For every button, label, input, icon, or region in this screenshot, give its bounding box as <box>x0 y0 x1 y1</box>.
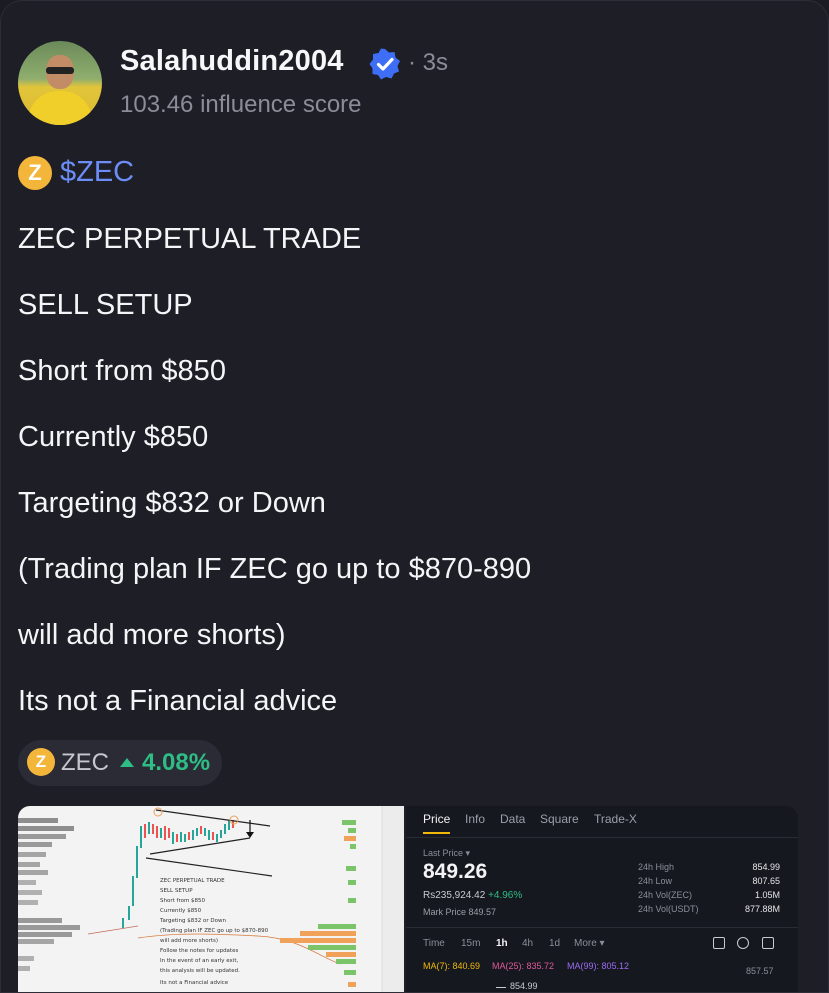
stat-label: 24h Vol(ZEC) <box>638 890 693 900</box>
chart-note: (Trading plan IF ZEC go up to $870-890 <box>160 928 269 934</box>
up-arrow-icon <box>120 758 134 767</box>
last-price: 849.26 <box>423 860 488 883</box>
mark-price: Mark Price 849.57 <box>423 907 497 917</box>
post-line-2: SELL SETUP <box>18 289 193 321</box>
timeframe-time: Time <box>423 938 445 949</box>
axis-price: 857.57 <box>746 966 774 976</box>
post-line-4: Currently $850 <box>18 421 209 453</box>
avatar[interactable] <box>18 41 102 125</box>
timeframe-1d: 1d <box>549 938 561 949</box>
zec-coin-icon: Z <box>18 156 52 190</box>
fiat-and-change: Rs235,924.42 +4.96% <box>423 890 522 901</box>
fiat-value: Rs235,924.42 <box>423 890 486 901</box>
ticker-symbol: ZEC <box>61 749 109 776</box>
stat-label: 24h High <box>638 862 675 872</box>
stat-label: 24h Low <box>638 876 673 886</box>
chart-drawing <box>18 806 404 992</box>
timeframe-1h: 1h <box>496 938 508 949</box>
post-line-8: Its not a Financial advice <box>18 685 338 717</box>
chart-note: Currently $850 <box>160 908 202 914</box>
chart-settings-icon <box>713 937 725 949</box>
high-marker: 854.99 <box>510 981 538 991</box>
ma25-label: MA(25): 835.72 <box>492 961 555 971</box>
grid-icon <box>762 937 774 949</box>
chart-note: SELL SETUP <box>160 888 193 894</box>
ticker-change: 4.08% <box>142 749 211 776</box>
cashtag-link[interactable]: $ZEC <box>60 156 134 189</box>
username[interactable]: Salahuddin2004 <box>120 45 344 78</box>
stat-value: 807.65 <box>752 876 780 886</box>
timeframe-15m: 15m <box>461 938 481 949</box>
chart-note: ZEC PERPETUAL TRADE <box>160 878 225 884</box>
ma99-label: MA(99): 805.12 <box>567 961 630 971</box>
indicator-icon <box>737 937 749 949</box>
chart-note: will add more shorts) <box>160 938 219 944</box>
zec-coin-icon: Z <box>27 748 55 776</box>
chart-note: Targeting $832 or Down <box>160 918 226 924</box>
post-line-7: will add more shorts) <box>18 619 286 651</box>
post-time: · 3s <box>408 49 449 76</box>
chart-note: Follow the notes for updates <box>160 948 239 954</box>
stat-label: 24h Vol(USDT) <box>638 904 699 914</box>
tab-square: Square <box>540 812 579 826</box>
ticker-screenshot: Price Info Data Square Trade-X Last Pric… <box>406 806 798 992</box>
ticker-chip[interactable]: Z ZEC 4.08% <box>18 740 222 786</box>
chart-screenshot: ZEC PERPETUAL TRADE SELL SETUP Short fro… <box>18 806 404 992</box>
post-line-6: (Trading plan IF ZEC go up to $870-890 <box>18 553 532 585</box>
stat-value: 854.99 <box>752 862 780 872</box>
tab-data: Data <box>500 812 526 826</box>
chart-note: this analysis will be updated. <box>160 968 240 974</box>
stat-value: 1.05M <box>754 890 780 900</box>
timeframe-4h: 4h <box>522 938 534 949</box>
post-line-5: Targeting $832 or Down <box>18 487 326 519</box>
post-card: Salahuddin2004 · 3s 103.46 influence sco… <box>0 0 829 993</box>
tab-trade-x: Trade-X <box>594 812 637 826</box>
chart-note: In the event of an early exit, <box>160 958 239 964</box>
tab-underline <box>423 832 450 834</box>
influence-score: 103.46 influence score <box>120 91 362 118</box>
attached-image[interactable]: ZEC PERPETUAL TRADE SELL SETUP Short fro… <box>18 806 798 992</box>
chart-note: Short from $850 <box>160 898 206 904</box>
timeframe-more: More ▾ <box>574 938 605 949</box>
last-price-label: Last Price ▾ <box>423 848 471 858</box>
tab-price: Price <box>423 812 451 826</box>
chart-note: Its not a Financial advice <box>160 980 229 986</box>
tab-info: Info <box>465 812 486 826</box>
stat-value: 877.88M <box>744 904 780 914</box>
verified-badge-icon <box>369 48 400 80</box>
price-change: +4.96% <box>488 890 523 901</box>
post-line-1: ZEC PERPETUAL TRADE <box>18 223 362 255</box>
post-line-3: Short from $850 <box>18 355 226 387</box>
ma7-label: MA(7): 840.69 <box>423 961 481 971</box>
